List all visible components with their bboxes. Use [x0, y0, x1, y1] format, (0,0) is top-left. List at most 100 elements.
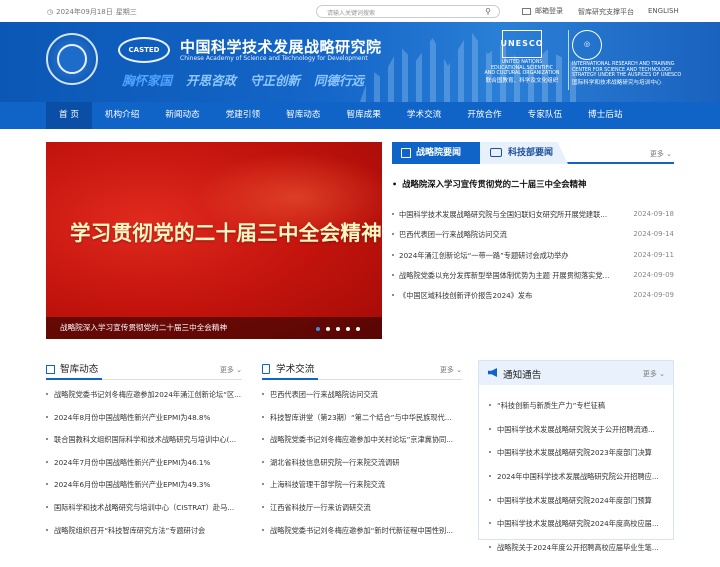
- list-item[interactable]: 2024年涌江创新论坛“一带一路”专题研讨会成功举办 2024-09-11: [392, 251, 674, 271]
- academic-section: 学术交流 更多 ⌄ 巴西代表团一行来战略院访问交流 科技智库讲堂（第23期）“第…: [262, 360, 462, 540]
- cistrat-emblem-icon: ◎: [572, 30, 602, 60]
- carousel-dot[interactable]: [316, 327, 320, 331]
- nav-about[interactable]: 机构介绍: [92, 102, 152, 129]
- list-item[interactable]: 中国科学技术发展战略研究院2023年度部门决算: [489, 448, 669, 472]
- list-item[interactable]: 巴西代表团一行来战略院访问交流 2024-09-14: [392, 230, 674, 250]
- nav-think-tank-news[interactable]: 智库动态: [273, 102, 333, 129]
- top-bar: ◷ 2024年09月18日 星期三 请输入关键词搜索 ⚲ 邮箱登录 智库研究支撑…: [0, 0, 720, 22]
- list-item[interactable]: 中国科学技术发展战略研究院关于公开招聘流通...: [489, 425, 669, 449]
- carousel-dots: [316, 327, 360, 331]
- nav-news[interactable]: 新闻动态: [152, 102, 212, 129]
- think-list: 战略院党委书记刘冬梅应邀参加2024年涌江创新论坛“区... 2024年8月份中…: [46, 390, 248, 548]
- nav-home[interactable]: 首 页: [46, 102, 92, 129]
- section-header: 学术交流 更多 ⌄: [262, 360, 462, 380]
- section-title: 学术交流: [276, 364, 315, 375]
- mail-login-link[interactable]: 邮箱登录: [522, 6, 563, 16]
- news-tabs: 战略院要闻 科技部要闻 更多 ⌄: [392, 142, 674, 164]
- list-item[interactable]: 中国科学技术发展战略研究院与全国妇联妇女研究所开展党建联... 2024-09-1…: [392, 210, 674, 230]
- mail-login-label: 邮箱登录: [535, 7, 563, 15]
- calendar-icon: ◷: [47, 8, 54, 16]
- list-item[interactable]: 湖北省科技信息研究院一行来院交流调研: [262, 458, 462, 481]
- slogan-1: 胸怀家国: [122, 73, 173, 88]
- notice-list: “科技创新与新质生产力”专栏征稿 中国科学技术发展战略研究院关于公开招聘流通..…: [489, 401, 669, 567]
- cistrat-text-1: INTERNATIONAL RESEARCH AND TRAINING: [572, 62, 675, 67]
- carousel-dot[interactable]: [346, 327, 350, 331]
- nav-achievements[interactable]: 智库成果: [333, 102, 393, 129]
- megaphone-icon: [488, 368, 497, 377]
- tab-academy-news[interactable]: 战略院要闻: [392, 142, 480, 164]
- list-item[interactable]: 上海科技管理干部学院一行来院交流: [262, 480, 462, 503]
- platform-link[interactable]: 智库研究支撑平台: [578, 7, 634, 17]
- carousel-dot[interactable]: [336, 327, 340, 331]
- date-text: 2024年09月18日: [56, 8, 113, 16]
- slogan-3: 守正创新: [250, 73, 301, 88]
- nav-experts[interactable]: 专家队伍: [515, 102, 575, 129]
- list-item[interactable]: “科技创新与新质生产力”专栏征稿: [489, 401, 669, 425]
- site-title-en: Chinese Academy of Science and Technolog…: [180, 55, 368, 62]
- academic-list: 巴西代表团一行来战略院访问交流 科技智库讲堂（第23期）“第二个结合”与中华民族…: [262, 390, 462, 548]
- list-item[interactable]: 战略院党委以充分发挥新型举国体制优势为主题 开展贯彻落实党... 2024-09-…: [392, 271, 674, 291]
- carousel-dot[interactable]: [356, 327, 360, 331]
- search-box[interactable]: 请输入关键词搜索 ⚲: [316, 5, 500, 18]
- cistrat-text-3: STRATEGY UNDER THE AUSPICES OF UNESCO: [572, 73, 682, 79]
- list-item[interactable]: 战略院党委书记刘冬梅应邀参加中关村论坛”京津冀协同...: [262, 435, 462, 458]
- more-label: 更多: [439, 366, 454, 374]
- nav-cooperation[interactable]: 开放合作: [454, 102, 514, 129]
- unesco-logo[interactable]: UNESCO UNITED NATIONS EDUCATIONAL,SCIENT…: [480, 30, 564, 84]
- news-headline[interactable]: 战略院深入学习宣传贯彻党的二十届三中全会精神: [392, 178, 586, 190]
- list-item[interactable]: 2024年8月份中国战略性新兴产业EPMI为48.8%: [46, 413, 248, 436]
- news-more-link[interactable]: 更多 ⌄: [650, 149, 672, 159]
- search-input[interactable]: 请输入关键词搜索: [327, 8, 375, 17]
- slogan-2: 开思咨政: [186, 73, 237, 88]
- tab-ministry-news[interactable]: 科技部要闻: [480, 142, 568, 164]
- list-item[interactable]: 战略院党委书记刘冬梅应邀参加“新时代新征程中国性别...: [262, 526, 462, 549]
- academic-more-link[interactable]: 更多 ⌄: [440, 365, 462, 375]
- list-item[interactable]: 国际科学和技术战略研究与培训中心（CISTRAT）赴马...: [46, 503, 248, 526]
- current-date: ◷ 2024年09月18日 星期三: [47, 7, 137, 17]
- casted-logo[interactable]: CASTED: [118, 37, 170, 63]
- list-item[interactable]: 江西省科技厅一行来访调研交流: [262, 503, 462, 526]
- hero-title: 学习贯彻党的二十届三中全会精神: [70, 221, 382, 245]
- more-label: 更多: [642, 370, 657, 378]
- carousel-dot[interactable]: [326, 327, 330, 331]
- nav-academic[interactable]: 学术交流: [394, 102, 454, 129]
- list-item[interactable]: 2024年7月份中国战略性新兴产业EPMI为46.1%: [46, 458, 248, 481]
- nav-party[interactable]: 党建引领: [213, 102, 273, 129]
- academy-seal-logo[interactable]: [46, 33, 98, 85]
- unesco-text-3: AND CULTURAL ORGANIZATION: [484, 71, 560, 77]
- weekday-text: 星期三: [115, 8, 137, 16]
- list-item[interactable]: 《中国区域科技创新评价报告2024》发布 2024-09-09: [392, 291, 674, 311]
- list-item[interactable]: 科技智库讲堂（第23期）“第二个结合”与中华民族现代...: [262, 413, 462, 436]
- main-nav: 首 页 机构介绍 新闻动态 党建引领 智库动态 智库成果 学术交流 开放合作 专…: [0, 102, 720, 129]
- think-tank-section: 智库动态 更多 ⌄ 战略院党委书记刘冬梅应邀参加2024年涌江创新论坛“区...…: [46, 360, 242, 540]
- list-item[interactable]: 战略院关于2024年度公开招聘高校应届毕业生笔...: [489, 543, 669, 567]
- english-link[interactable]: ENGLISH: [648, 7, 679, 15]
- section-title: 通知通告: [503, 370, 542, 381]
- chevron-down-icon: ⌄: [456, 366, 462, 374]
- chevron-down-icon: ⌄: [236, 366, 242, 374]
- think-more-link[interactable]: 更多 ⌄: [220, 365, 242, 375]
- unesco-text-cn: 联合国教育、科学及文化组织: [485, 77, 559, 84]
- list-item[interactable]: 联合国教科文组织国际科学和技术战略研究与培训中心(...: [46, 435, 248, 458]
- slogan: 胸怀家国 开思咨政 守正创新 同德行远: [122, 70, 364, 89]
- list-item[interactable]: 战略院党委书记刘冬梅应邀参加2024年涌江创新论坛“区...: [46, 390, 248, 413]
- slogan-4: 同德行远: [314, 73, 365, 88]
- section-header: 智库动态 更多 ⌄: [46, 360, 242, 380]
- list-item[interactable]: 巴西代表团一行来战略院访问交流: [262, 390, 462, 413]
- list-item[interactable]: 中国科学技术发展战略研究院2024年度部门预算: [489, 496, 669, 520]
- more-label: 更多: [649, 150, 664, 158]
- list-item[interactable]: 2024年中国科学技术发展战略研究院公开招聘应...: [489, 472, 669, 496]
- nav-postdoc[interactable]: 博士后站: [575, 102, 635, 129]
- search-icon[interactable]: ⚲: [485, 7, 491, 16]
- list-item[interactable]: 2024年6月份中国战略性新兴产业EPMI为49.3%: [46, 480, 248, 503]
- notice-more-link[interactable]: 更多 ⌄: [643, 369, 665, 379]
- logo-divider: [568, 30, 569, 90]
- header-banner: CASTED 中国科学技术发展战略研究院 Chinese Academy of …: [0, 22, 720, 102]
- list-item[interactable]: 战略院组织召开“科技智库研究方法”专题研讨会: [46, 526, 248, 549]
- unesco-temple-icon: UNESCO: [500, 30, 543, 58]
- document-icon: [262, 364, 270, 374]
- hero-carousel[interactable]: 学习贯彻党的二十届三中全会精神 战略院深入学习宣传贯彻党的二十届三中全会精神: [46, 142, 382, 339]
- cistrat-logo[interactable]: ◎ INTERNATIONAL RESEARCH AND TRAINING CE…: [572, 30, 684, 86]
- news-panel: 战略院要闻 科技部要闻 更多 ⌄ 战略院深入学习宣传贯彻党的二十届三中全会精神 …: [392, 142, 674, 312]
- section-header: 通知通告 更多 ⌄: [479, 361, 673, 385]
